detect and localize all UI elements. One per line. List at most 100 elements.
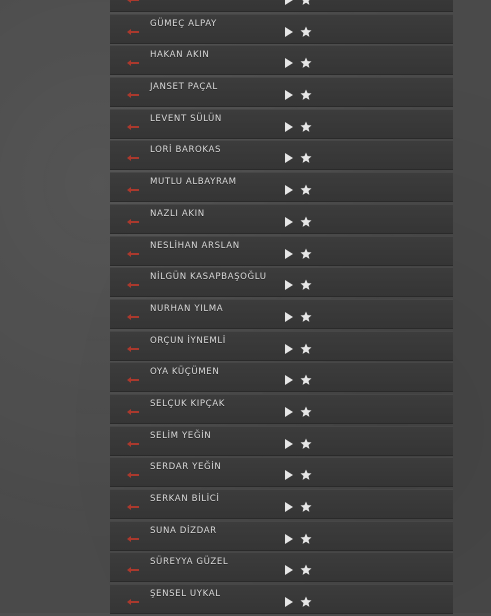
play-icon[interactable] (284, 58, 294, 69)
play-icon[interactable] (284, 502, 294, 512)
list-item[interactable]: HAKAN AKIN (110, 45, 453, 76)
play-icon[interactable] (284, 533, 294, 544)
star-icon[interactable] (300, 121, 312, 133)
artist-name: OYA KÜÇÜMEN (150, 367, 220, 378)
play-icon[interactable] (284, 406, 294, 417)
list-item[interactable]: LORİ BAROKAS (110, 140, 453, 171)
arrow-icon (127, 60, 139, 67)
arrow-icon (127, 313, 139, 320)
play-icon[interactable] (284, 597, 294, 608)
arrow-icon (127, 155, 139, 162)
artist-name: SERKAN BİLİCİ (150, 494, 220, 504)
list-item[interactable]: GÜMEÇ ALPAY (110, 13, 453, 44)
list-item[interactable]: MUTLU ALBAYRAM (110, 172, 453, 203)
artist-name: SUNA DİZDAR (150, 525, 217, 536)
artist-name: SELÇUK KIPÇAK (150, 398, 225, 409)
arrow-icon (127, 535, 139, 542)
play-icon[interactable] (284, 343, 294, 354)
artist-name: NAZLI AKIN (150, 208, 205, 219)
star-icon[interactable] (300, 279, 312, 291)
list-item[interactable]: LEVENT SÜLÜN (110, 108, 453, 139)
play-icon[interactable] (284, 375, 294, 386)
play-icon[interactable] (284, 438, 294, 449)
star-icon[interactable] (300, 564, 312, 576)
play-icon[interactable] (284, 26, 294, 37)
artist-name: ŞENSEL UYKAL (150, 589, 221, 600)
arrow-icon (127, 187, 139, 194)
arrow-icon (127, 377, 139, 384)
arrow-icon (127, 92, 139, 99)
list-item[interactable]: NİLGÜN KASAPBAŞOĞLU (110, 267, 453, 298)
star-icon[interactable] (300, 216, 312, 228)
list-item[interactable]: SÜREYYA GÜZEL (110, 552, 453, 583)
list-item[interactable]: SUNA DİZDAR (110, 520, 453, 551)
artist-name: SERDAR YEĞİN (150, 462, 222, 473)
play-icon[interactable] (284, 153, 294, 164)
artist-name: LORİ BAROKAS (150, 145, 222, 156)
star-icon[interactable] (300, 438, 312, 450)
list-item[interactable]: NESLİHAN ARSLAN (110, 235, 453, 266)
arrow-icon (127, 0, 139, 3)
star-icon[interactable] (300, 89, 312, 101)
arrow-icon (127, 472, 139, 479)
arrow-icon (127, 28, 139, 35)
artist-name: SÜREYYA GÜZEL (150, 557, 229, 568)
arrow-icon (127, 218, 139, 225)
arrow-icon (127, 282, 139, 289)
list-item[interactable]: ORÇUN İYNEMLİ (110, 330, 453, 361)
artist-name: LEVENT SÜLÜN (150, 113, 222, 124)
artist-name: NESLİHAN ARSLAN (150, 240, 240, 251)
star-icon[interactable] (300, 533, 312, 545)
star-icon[interactable] (300, 596, 312, 608)
list-item[interactable]: SELÇUK KIPÇAK (110, 393, 453, 424)
play-icon[interactable] (284, 311, 294, 322)
star-icon[interactable] (300, 152, 312, 164)
list-item[interactable]: SERKAN BİLİCİ (110, 489, 453, 519)
list-item[interactable]: OYA KÜÇÜMEN (110, 362, 453, 393)
star-icon[interactable] (300, 26, 312, 38)
star-icon[interactable] (300, 184, 312, 196)
arrow-icon (127, 345, 139, 352)
arrow-icon (127, 567, 139, 574)
list-item[interactable]: SERDAR YEĞİN (110, 457, 453, 488)
artist-name: MUTLU ALBAYRAM (150, 177, 237, 188)
arrow-icon (127, 250, 139, 257)
star-icon[interactable] (300, 57, 312, 69)
artist-name: HAKAN AKIN (150, 50, 210, 61)
play-icon[interactable] (284, 0, 294, 5)
arrow-icon (127, 408, 139, 415)
play-icon[interactable] (284, 90, 294, 101)
star-icon[interactable] (300, 0, 312, 6)
play-icon[interactable] (284, 470, 294, 481)
arrow-icon (127, 504, 139, 510)
list-item[interactable]: NURHAN YILMA (110, 298, 453, 329)
list-item[interactable]: NAZLI AKIN (110, 203, 453, 234)
artist-name: NİLGÜN KASAPBAŞOĞLU (150, 272, 267, 283)
star-icon[interactable] (300, 248, 312, 260)
play-icon[interactable] (284, 216, 294, 227)
list-item[interactable]: ŞENSEL UYKAL (110, 584, 453, 615)
artist-name: JANSET PAÇAL (150, 82, 218, 93)
list-item[interactable]: JANSET PAÇAL (110, 77, 453, 108)
arrow-icon (127, 123, 139, 130)
list-item[interactable]: SELİM YEĞİN (110, 425, 453, 456)
artist-name: ORÇUN İYNEMLİ (150, 335, 226, 346)
star-icon[interactable] (300, 374, 312, 386)
star-icon[interactable] (300, 501, 312, 513)
play-icon[interactable] (284, 248, 294, 259)
play-icon[interactable] (284, 121, 294, 132)
artist-name: SELİM YEĞİN (150, 430, 212, 441)
artist-name: GÜMEÇ ALPAY (150, 18, 217, 29)
artist-name: NURHAN YILMA (150, 303, 224, 314)
arrow-icon (127, 599, 139, 606)
star-icon[interactable] (300, 343, 312, 355)
arrow-icon (127, 440, 139, 447)
star-icon[interactable] (300, 406, 312, 418)
play-icon[interactable] (284, 185, 294, 196)
star-icon[interactable] (300, 311, 312, 323)
list-item[interactable] (110, 0, 453, 12)
play-icon[interactable] (284, 565, 294, 576)
artist-list: GÜMEÇ ALPAY HAKAN AKIN JANSET PAÇAL LEVENT … (110, 0, 453, 616)
star-icon[interactable] (300, 469, 312, 481)
play-icon[interactable] (284, 280, 294, 291)
